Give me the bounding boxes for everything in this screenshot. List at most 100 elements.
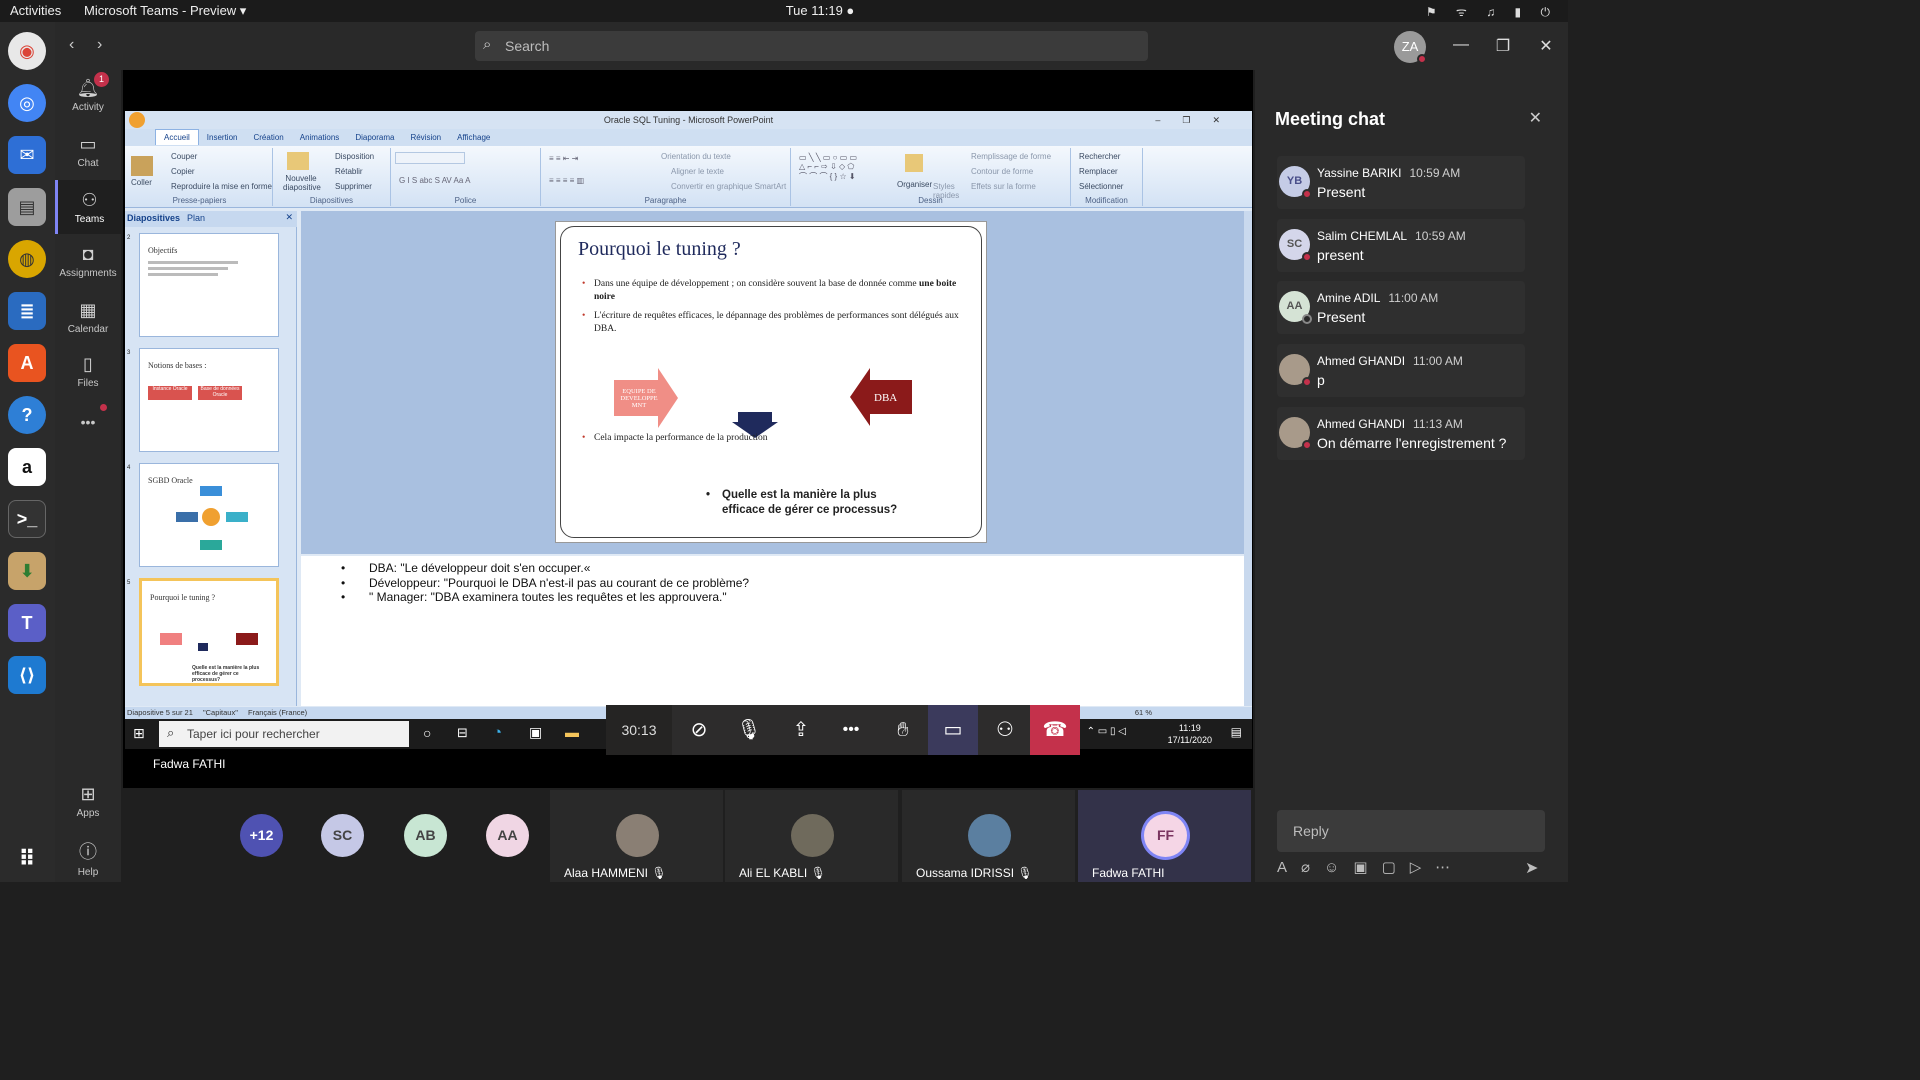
drawing-group-label: Dessin xyxy=(918,196,943,205)
software-center-icon[interactable]: A xyxy=(8,344,46,382)
rail-assignments[interactable]: ◘ Assignments xyxy=(55,244,121,279)
format-icon[interactable]: A xyxy=(1277,859,1301,876)
files-app-icon[interactable]: ▤ xyxy=(8,188,46,226)
amazon-icon[interactable]: a xyxy=(8,448,46,486)
raise-hand-icon[interactable]: ✋︎ xyxy=(878,705,928,755)
participants-icon[interactable]: ⚇ xyxy=(980,705,1030,755)
align-text-label: Aligner le texte xyxy=(671,167,724,176)
dba-arrow-label: DBA xyxy=(874,392,898,404)
chromium-icon[interactable]: ◎ xyxy=(8,84,46,122)
store-icon: ▣ xyxy=(529,724,543,740)
presence-busy-icon xyxy=(1417,54,1427,64)
gif-icon[interactable]: ▣ xyxy=(1353,859,1381,876)
close-chat-icon[interactable]: ✕ xyxy=(1529,108,1542,128)
slide-bullet-3: Cela impacte la performance de la produc… xyxy=(582,432,964,445)
message-text: Present xyxy=(1317,184,1366,200)
participant-name-text: Oussama IDRISSI xyxy=(916,866,1015,880)
rail-teams[interactable]: ⚇ Teams xyxy=(55,180,121,234)
editing-group: Rechercher Remplacer Sélectionner Modifi… xyxy=(1071,148,1143,206)
minimize-icon[interactable]: — xyxy=(1446,36,1476,54)
slide-bullet-1: Dans une équipe de développement ; on co… xyxy=(582,278,964,304)
send-icon[interactable]: ➤ xyxy=(1525,858,1538,878)
rail-chat[interactable]: ▭ Chat xyxy=(55,134,121,169)
more-options-icon[interactable]: ⋯ xyxy=(1435,859,1464,876)
activity-badge: 1 xyxy=(94,72,109,87)
participant-tile[interactable]: Ali EL KABLI 🎙︎ xyxy=(725,790,898,882)
shapes-gallery-icons: ▭ ╲ ╲ ▭ ○ ▭ ▭ △ ⌐ ⌐ ⇨ ⇩ ◇ ⬠ ⌒ ⌒ ⌒ { } ☆ ⬇ xyxy=(799,153,858,181)
close-window-icon[interactable]: ✕ xyxy=(1531,36,1561,56)
overflow-participants[interactable]: +12 xyxy=(240,814,283,857)
attach-icon[interactable]: ⌀ xyxy=(1301,859,1324,876)
rail-more[interactable]: ••• xyxy=(55,404,121,430)
downloads-icon[interactable]: ⬇ xyxy=(8,552,46,590)
leave-call-button[interactable]: ☎︎ xyxy=(1030,705,1080,755)
show-apps-icon[interactable]: ⠿ xyxy=(8,840,46,878)
rail-help[interactable]: ⓘ Help xyxy=(55,838,121,878)
share-screen-icon[interactable]: ⇪ xyxy=(776,705,826,755)
slides-group: Nouvelle diapositive Disposition Rétabli… xyxy=(273,148,391,206)
task-view-icon: ⊟ xyxy=(457,725,468,740)
mic-muted-icon[interactable]: 🎙︎ xyxy=(724,705,774,755)
chat-message: SC Salim CHEMLAL 10:59 AM present xyxy=(1277,219,1525,272)
camera-off-icon[interactable]: ⊘ xyxy=(674,705,724,755)
reply-input[interactable]: Reply xyxy=(1277,810,1545,852)
slide-thumbnail-pane: Diapositives Plan ✕ 2 Objectifs 3 Notion… xyxy=(125,211,297,706)
user-avatar[interactable]: ZA xyxy=(1394,31,1427,64)
participant-name: Ali EL KABLI 🎙︎ xyxy=(739,866,826,880)
mic-muted-icon: 🎙︎ xyxy=(810,866,826,880)
teams-dock-icon[interactable]: T xyxy=(8,604,46,642)
chrome-icon[interactable]: ◉ xyxy=(8,32,46,70)
ppt-tab: Diaporama xyxy=(355,133,395,142)
font-group: G I S abc S AV Aa A Police xyxy=(391,148,541,206)
stream-icon[interactable]: ▷ xyxy=(1410,859,1436,876)
note-line: " Manager: "DBA examinera toutes les req… xyxy=(341,590,1244,605)
thunderbird-icon[interactable]: ✉ xyxy=(8,136,46,174)
message-time: 10:59 AM xyxy=(1409,166,1461,180)
help-app-icon[interactable]: ? xyxy=(8,396,46,434)
system-clock[interactable]: Tue 11:19 ● xyxy=(760,3,880,18)
sender-initials: YB xyxy=(1286,175,1303,187)
thumb-box: Base de données Oracle xyxy=(198,386,242,400)
thumb-diagram-node xyxy=(200,540,222,550)
app-menu[interactable]: Microsoft Teams - Preview ▾ xyxy=(84,3,246,19)
font-name-box xyxy=(395,152,465,164)
rail-apps-label: Apps xyxy=(76,808,100,819)
font-group-label: Police xyxy=(454,196,477,205)
forward-icon[interactable]: › xyxy=(97,36,102,54)
rail-calendar[interactable]: ▦ Calendar xyxy=(55,300,121,335)
vscode-icon[interactable]: ⟨⟩ xyxy=(8,656,46,694)
participant-tile[interactable]: Alaa HAMMENI 🎙︎ xyxy=(550,790,723,882)
sticker-icon[interactable]: ▢ xyxy=(1382,859,1410,876)
message-text: On démarre l'enregistrement ? xyxy=(1317,435,1507,451)
activities-button[interactable]: Activities xyxy=(10,3,61,18)
more-actions-icon[interactable]: ••• xyxy=(826,705,876,755)
meeting-chat-panel: Meeting chat ✕ YB Yassine BARIKI 10:59 AM… xyxy=(1255,70,1568,882)
participant-avatar[interactable]: AB xyxy=(404,814,447,857)
sender-avatar: SC xyxy=(1279,229,1312,262)
list-icons: ≡ ≡ ⇤ ⇥ xyxy=(549,154,579,163)
terminal-icon[interactable]: >_ xyxy=(8,500,46,538)
back-icon[interactable]: ‹ xyxy=(69,36,74,54)
ppt-tab: Affichage xyxy=(457,133,491,142)
system-tray-icons[interactable]: ⚑ ᯤ ♫ ▮ ⏻ xyxy=(1426,3,1558,20)
message-header: Yassine BARIKI 10:59 AM xyxy=(1317,166,1460,180)
participant-avatar[interactable]: AA xyxy=(486,814,529,857)
participant-name: Oussama IDRISSI 🎙︎ xyxy=(916,866,1033,880)
thumb-arrow xyxy=(160,633,182,645)
rhythmbox-icon[interactable]: ◍ xyxy=(8,240,46,278)
compose-toolbar: A⌀☺▣▢▷⋯ xyxy=(1277,858,1545,878)
clipboard-group: Coller Couper Copier Reproduire la mise … xyxy=(127,148,273,206)
ppt-tab: Accueil xyxy=(155,129,199,145)
chat-toggle-icon[interactable]: ▭ xyxy=(928,705,978,755)
emoji-icon[interactable]: ☺ xyxy=(1324,859,1353,876)
search-input[interactable]: ⌕ Search xyxy=(475,31,1148,61)
rail-activity[interactable]: 🔔︎ Activity 1 xyxy=(55,72,121,113)
rail-files[interactable]: ▯ Files xyxy=(55,354,121,389)
restore-icon[interactable]: ❐ xyxy=(1488,36,1518,56)
participant-tile[interactable]: Oussama IDRISSI 🎙︎ xyxy=(902,790,1075,882)
participant-tile-active[interactable]: FF Fadwa FATHI xyxy=(1078,790,1251,882)
participant-avatar[interactable]: SC xyxy=(321,814,364,857)
chat-title: Meeting chat xyxy=(1275,109,1386,129)
rail-apps[interactable]: ⊞ Apps xyxy=(55,784,121,819)
writer-icon[interactable]: ≣ xyxy=(8,292,46,330)
